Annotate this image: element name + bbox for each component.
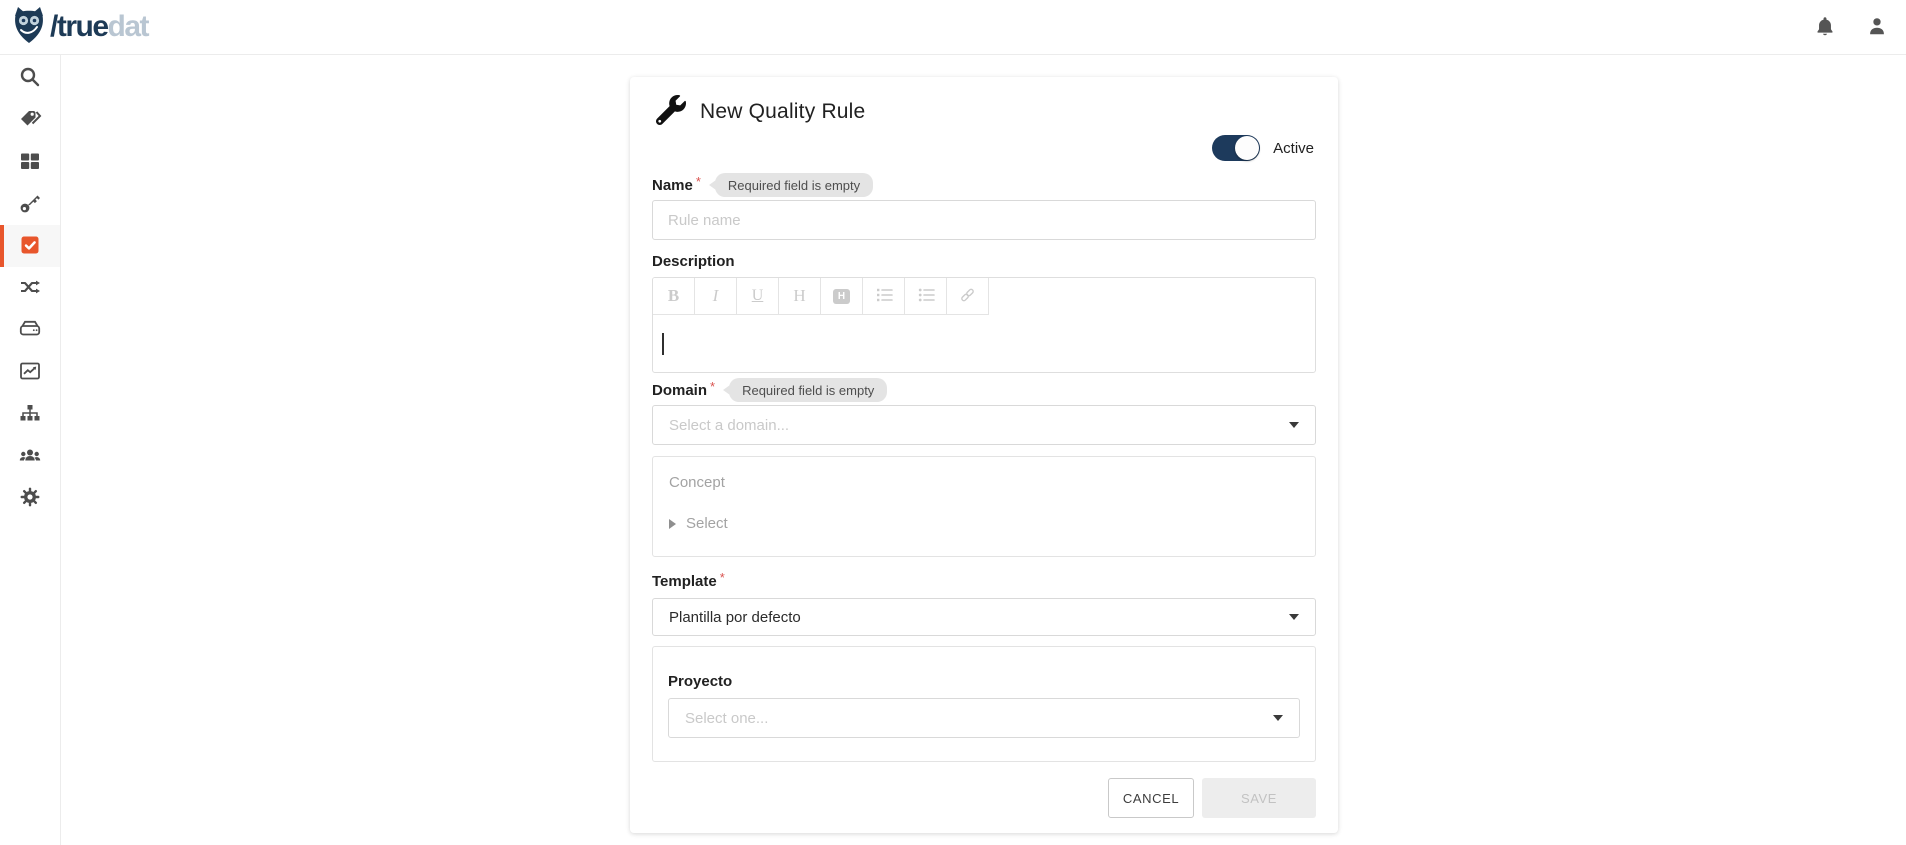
key-icon	[18, 191, 42, 218]
users-icon	[18, 443, 42, 470]
app-logo[interactable]: /truedat	[0, 6, 148, 49]
bell-icon	[1814, 15, 1836, 40]
grid-icon	[18, 149, 42, 176]
heading-block-icon: H	[833, 289, 850, 304]
toggle-knob	[1235, 136, 1259, 160]
validation-badge: Required field is empty	[729, 378, 887, 402]
proyecto-section: Proyecto Select one...	[652, 646, 1316, 762]
ordered-list-button[interactable]	[863, 278, 905, 315]
toolbar-filler	[989, 278, 1315, 315]
app-logo-text: /truedat	[50, 12, 148, 42]
active-toggle-row: Active	[652, 135, 1316, 161]
template-label: Template	[652, 573, 717, 590]
italic-button[interactable]: I	[695, 278, 737, 315]
proyecto-select[interactable]: Select one...	[668, 698, 1300, 738]
proyecto-label: Proyecto	[668, 673, 1300, 690]
proyecto-placeholder: Select one...	[685, 710, 768, 727]
sidebar-item-quality[interactable]	[0, 225, 60, 267]
domain-validation: Required field is empty	[723, 378, 887, 402]
user-menu-button[interactable]	[1864, 13, 1890, 42]
expand-arrow-icon	[669, 519, 676, 529]
name-label: Name	[652, 177, 693, 194]
heading-icon: H	[793, 286, 805, 306]
description-label: Description	[652, 253, 735, 270]
domain-label: Domain	[652, 382, 707, 399]
cancel-button[interactable]: CANCEL	[1108, 778, 1194, 818]
sidebar-item-tags[interactable]	[0, 99, 60, 141]
description-textarea[interactable]	[653, 315, 1315, 373]
sidebar-item-sitemap[interactable]	[0, 393, 60, 435]
page: /truedat	[0, 0, 1906, 845]
shuffle-icon	[18, 275, 42, 302]
italic-icon: I	[713, 286, 719, 306]
dropdown-caret-icon	[1289, 614, 1299, 620]
form-actions: CANCEL SAVE	[652, 778, 1316, 818]
sidebar-item-shuffle[interactable]	[0, 267, 60, 309]
heading-button[interactable]: H	[779, 278, 821, 315]
page-title: New Quality Rule	[700, 100, 865, 124]
concept-expander[interactable]: Select	[669, 515, 1299, 532]
sidebar-item-grid[interactable]	[0, 141, 60, 183]
required-marker: *	[710, 379, 715, 394]
link-icon	[958, 286, 977, 307]
save-button[interactable]: SAVE	[1202, 778, 1316, 818]
sidebar-item-key[interactable]	[0, 183, 60, 225]
validation-badge: Required field is empty	[715, 173, 873, 197]
server-icon	[18, 317, 42, 344]
domain-label-row: Domain * Required field is empty	[652, 380, 1316, 400]
editor-toolbar: B I U H H	[653, 278, 1315, 315]
chart-line-icon	[18, 359, 42, 386]
template-select[interactable]: Plantilla por defecto	[652, 598, 1316, 636]
sidebar	[0, 55, 61, 845]
unordered-list-button[interactable]	[905, 278, 947, 315]
dropdown-caret-icon	[1289, 422, 1299, 428]
required-marker: *	[720, 570, 725, 585]
main-content: New Quality Rule Active Name * Required …	[61, 55, 1906, 845]
sidebar-item-search[interactable]	[0, 57, 60, 99]
required-marker: *	[696, 174, 701, 189]
ordered-list-icon	[875, 287, 893, 306]
domain-placeholder: Select a domain...	[669, 417, 789, 434]
rule-name-input[interactable]	[652, 200, 1316, 240]
wrench-icon	[656, 95, 686, 130]
active-toggle[interactable]	[1212, 135, 1260, 161]
concept-section: Concept Select	[652, 456, 1316, 557]
user-icon	[1866, 15, 1888, 40]
notifications-button[interactable]	[1812, 13, 1838, 42]
name-validation: Required field is empty	[709, 173, 873, 197]
sidebar-item-settings[interactable]	[0, 477, 60, 519]
template-label-row: Template *	[652, 571, 1316, 591]
sitemap-icon	[18, 401, 42, 428]
sidebar-item-chart[interactable]	[0, 351, 60, 393]
tags-icon	[18, 107, 42, 134]
concept-expander-label: Select	[686, 515, 728, 532]
underline-icon: U	[752, 287, 764, 305]
description-label-row: Description	[652, 251, 1316, 271]
bold-button[interactable]: B	[653, 278, 695, 315]
unordered-list-icon	[917, 287, 935, 306]
active-toggle-label: Active	[1273, 140, 1314, 157]
gear-icon	[18, 485, 42, 512]
concept-label: Concept	[669, 474, 725, 491]
new-quality-rule-card: New Quality Rule Active Name * Required …	[630, 77, 1338, 833]
sidebar-item-server[interactable]	[0, 309, 60, 351]
sidebar-item-users[interactable]	[0, 435, 60, 477]
domain-select[interactable]: Select a domain...	[652, 405, 1316, 445]
topbar: /truedat	[0, 0, 1906, 55]
bold-icon: B	[668, 286, 679, 306]
search-icon	[18, 65, 42, 92]
name-label-row: Name * Required field is empty	[652, 175, 1316, 195]
card-header: New Quality Rule	[652, 94, 1316, 130]
text-cursor	[662, 333, 664, 355]
owl-logo-icon	[12, 6, 46, 49]
template-value: Plantilla por defecto	[669, 609, 801, 626]
heading-block-button[interactable]: H	[821, 278, 863, 315]
link-button[interactable]	[947, 278, 989, 315]
description-editor: B I U H H	[652, 277, 1316, 373]
topbar-actions	[1812, 13, 1906, 42]
dropdown-caret-icon	[1273, 715, 1283, 721]
underline-button[interactable]: U	[737, 278, 779, 315]
check-square-icon	[18, 233, 42, 260]
